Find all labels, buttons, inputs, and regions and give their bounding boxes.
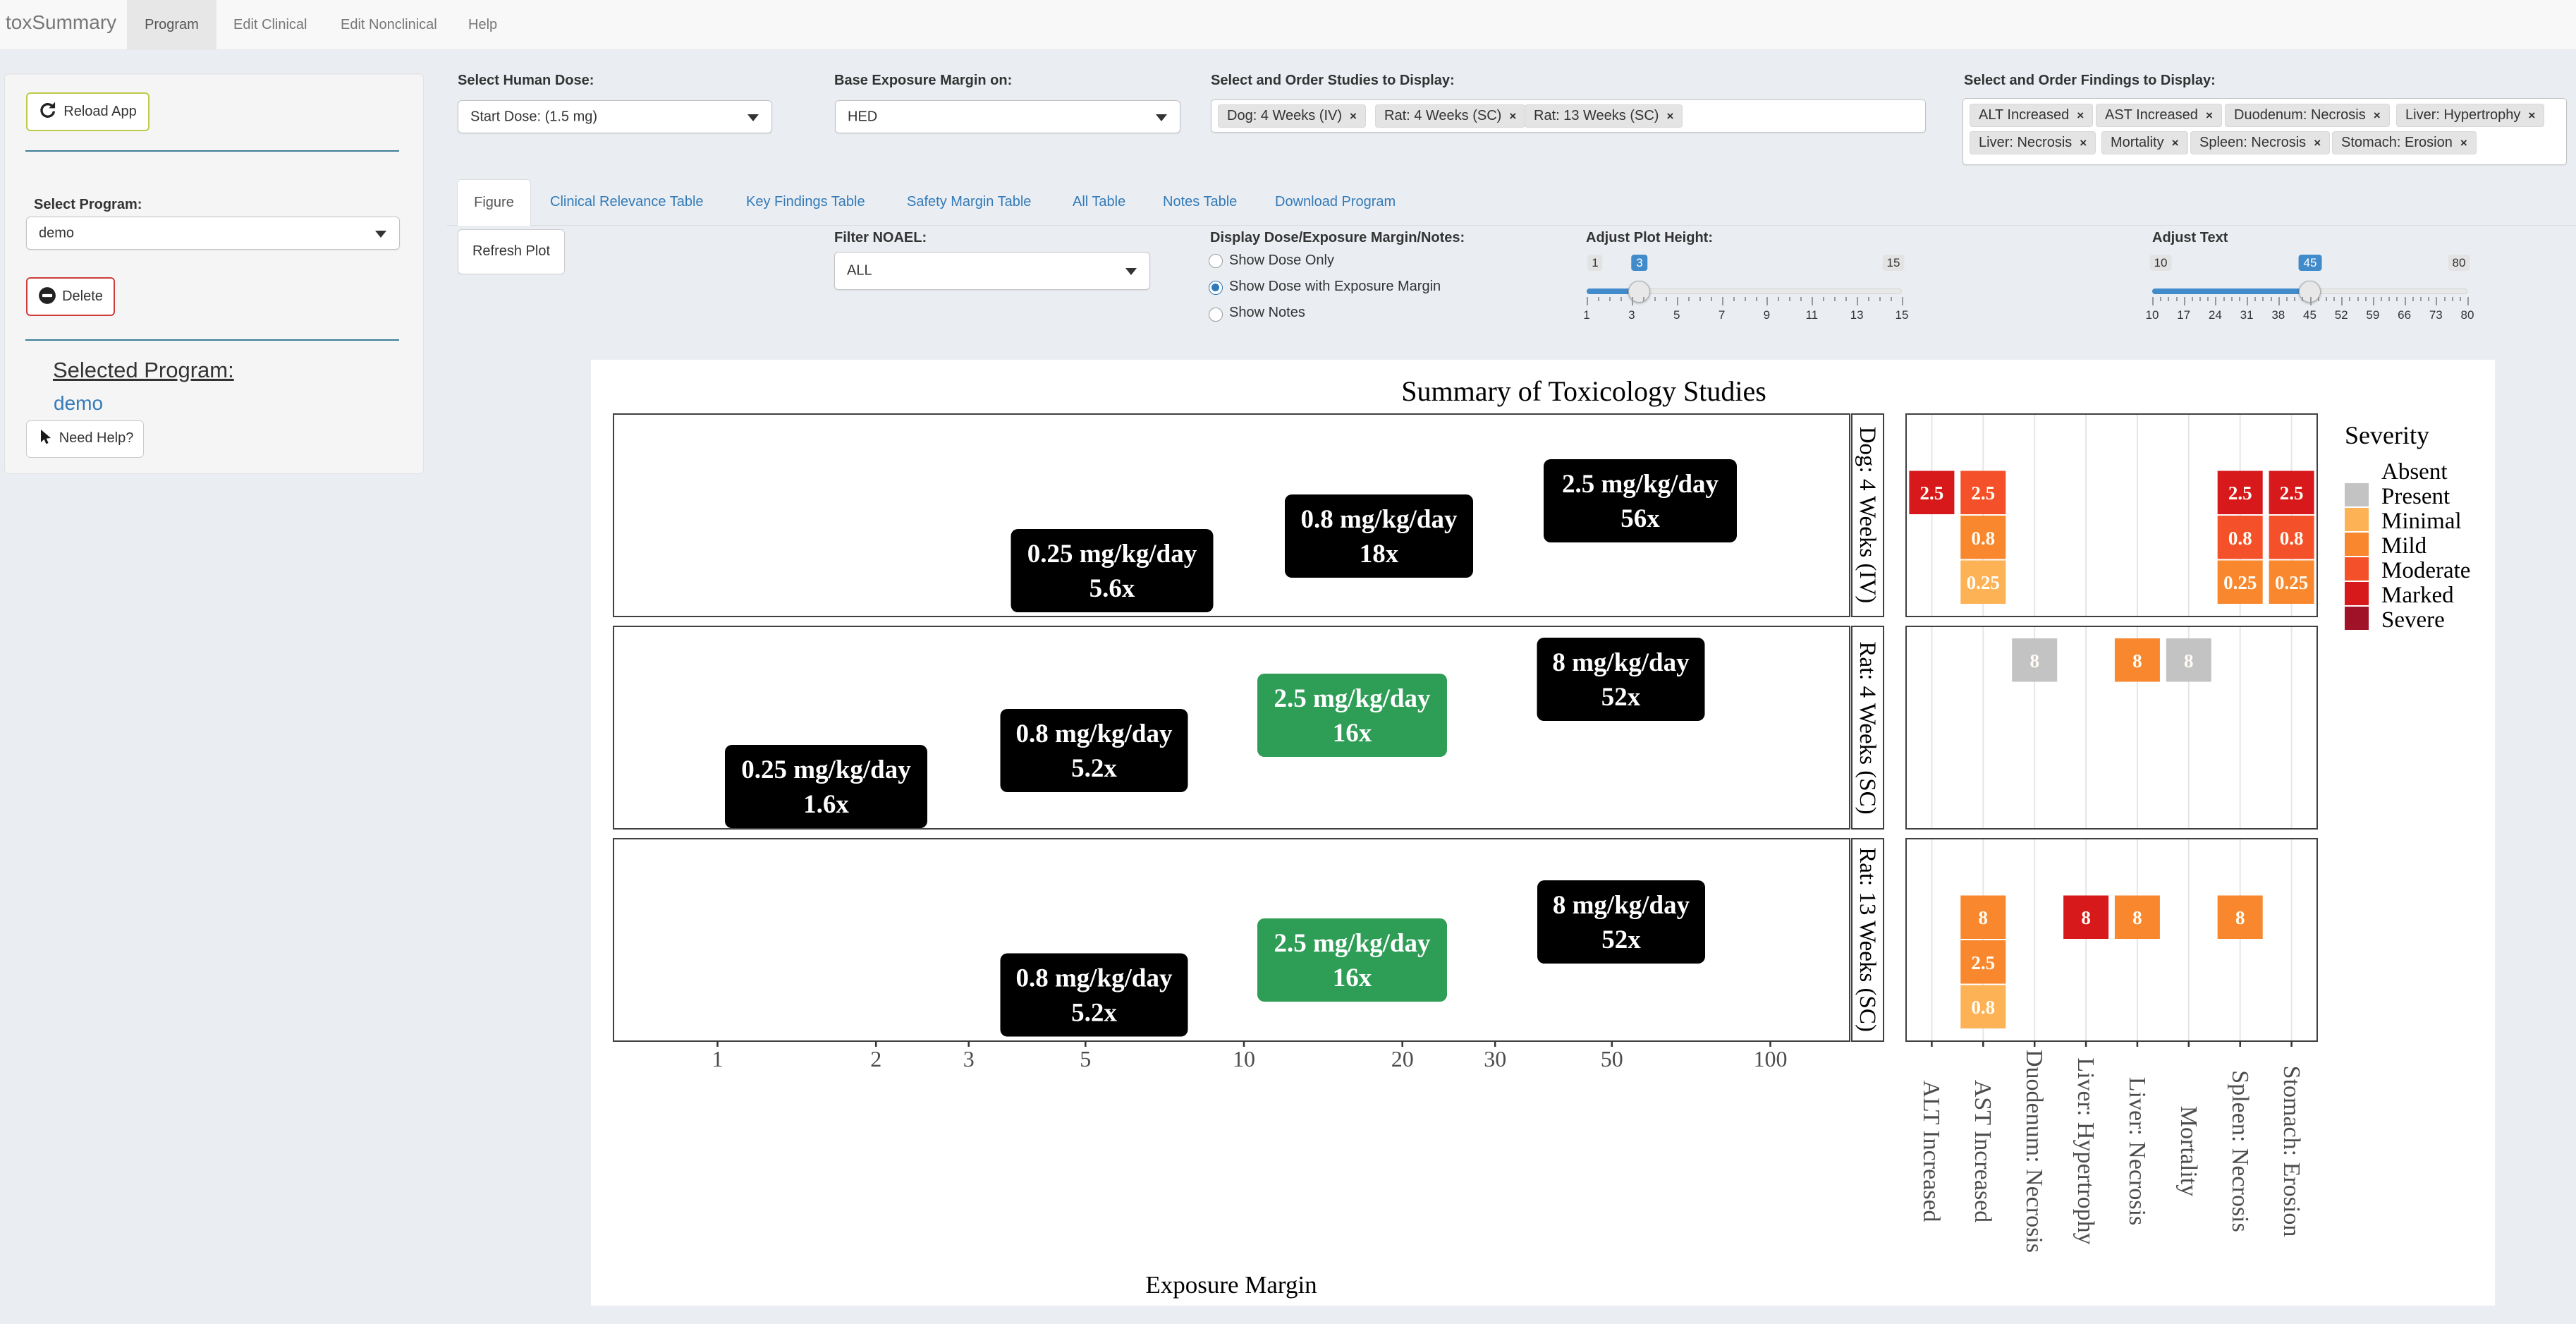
svg-text:8: 8 xyxy=(2029,650,2039,672)
svg-text:Mild: Mild xyxy=(2381,533,2427,559)
svg-text:1.6x: 1.6x xyxy=(803,790,849,819)
svg-text:5.2x: 5.2x xyxy=(1071,999,1117,1028)
svg-text:3: 3 xyxy=(963,1046,975,1071)
svg-text:0.8 mg/kg/day: 0.8 mg/kg/day xyxy=(1015,964,1173,993)
svg-text:2: 2 xyxy=(870,1046,881,1071)
svg-text:8: 8 xyxy=(2132,907,2142,928)
svg-text:0.8: 0.8 xyxy=(2280,528,2304,549)
svg-text:Summary of Toxicology Studies: Summary of Toxicology Studies xyxy=(1401,375,1766,407)
svg-text:18x: 18x xyxy=(1360,540,1399,569)
svg-text:8: 8 xyxy=(2184,650,2194,672)
svg-text:56x: 56x xyxy=(1620,504,1660,533)
svg-text:8: 8 xyxy=(2081,907,2091,928)
svg-text:2.5: 2.5 xyxy=(1920,482,1944,504)
svg-text:0.8 mg/kg/day: 0.8 mg/kg/day xyxy=(1015,719,1173,748)
svg-text:16x: 16x xyxy=(1333,964,1372,992)
svg-text:2.5 mg/kg/day: 2.5 mg/kg/day xyxy=(1274,684,1431,713)
svg-text:Exposure Margin: Exposure Margin xyxy=(1145,1271,1317,1299)
svg-text:100: 100 xyxy=(1754,1046,1788,1071)
svg-text:0.25 mg/kg/day: 0.25 mg/kg/day xyxy=(741,755,911,784)
svg-text:1: 1 xyxy=(712,1046,724,1071)
svg-text:0.8: 0.8 xyxy=(1971,528,1995,549)
svg-text:0.8 mg/kg/day: 0.8 mg/kg/day xyxy=(1300,505,1458,534)
svg-text:52x: 52x xyxy=(1601,683,1641,712)
svg-text:Liver: Hypertrophy: Liver: Hypertrophy xyxy=(2073,1057,2099,1244)
svg-text:8 mg/kg/day: 8 mg/kg/day xyxy=(1552,648,1690,677)
svg-text:8: 8 xyxy=(1979,907,1989,928)
svg-text:Rat: 13 Weeks (SC): Rat: 13 Weeks (SC) xyxy=(1855,847,1880,1032)
svg-text:2.5: 2.5 xyxy=(1971,482,1995,504)
svg-text:0.8: 0.8 xyxy=(1971,997,1995,1018)
svg-text:Rat: 4 Weeks (SC): Rat: 4 Weeks (SC) xyxy=(1855,641,1880,814)
svg-text:0.25: 0.25 xyxy=(1967,572,2000,593)
svg-text:8: 8 xyxy=(2132,650,2142,672)
svg-text:8 mg/kg/day: 8 mg/kg/day xyxy=(1553,891,1690,920)
svg-text:5: 5 xyxy=(1080,1046,1091,1071)
svg-text:Mortality: Mortality xyxy=(2175,1106,2202,1196)
svg-text:16x: 16x xyxy=(1333,719,1372,748)
svg-text:50: 50 xyxy=(1601,1046,1623,1071)
svg-text:Present: Present xyxy=(2381,484,2450,509)
svg-text:52x: 52x xyxy=(1601,925,1641,954)
svg-text:ALT Increased: ALT Increased xyxy=(1918,1080,1944,1222)
svg-text:Dog: 4 Weeks (IV): Dog: 4 Weeks (IV) xyxy=(1855,427,1880,604)
svg-text:2.5 mg/kg/day: 2.5 mg/kg/day xyxy=(1274,929,1431,958)
svg-text:Moderate: Moderate xyxy=(2381,558,2470,583)
svg-text:Severe: Severe xyxy=(2381,607,2445,633)
svg-text:10: 10 xyxy=(1233,1046,1255,1071)
svg-text:0.25: 0.25 xyxy=(2223,572,2257,593)
svg-text:0.25: 0.25 xyxy=(2275,572,2308,593)
svg-text:Stomach: Erosion: Stomach: Erosion xyxy=(2278,1066,2305,1237)
svg-text:2.5: 2.5 xyxy=(2280,482,2304,504)
svg-text:5.6x: 5.6x xyxy=(1089,574,1135,603)
svg-text:Duodenum: Necrosis: Duodenum: Necrosis xyxy=(2021,1050,2047,1253)
svg-text:2.5 mg/kg/day: 2.5 mg/kg/day xyxy=(1562,470,1719,499)
svg-text:Severity: Severity xyxy=(2345,421,2429,449)
svg-text:Absent: Absent xyxy=(2381,459,2448,485)
svg-text:30: 30 xyxy=(1484,1046,1506,1071)
svg-text:Liver: Necrosis: Liver: Necrosis xyxy=(2124,1077,2150,1226)
svg-text:0.25 mg/kg/day: 0.25 mg/kg/day xyxy=(1027,540,1197,569)
svg-text:20: 20 xyxy=(1391,1046,1414,1071)
svg-text:5.2x: 5.2x xyxy=(1071,754,1117,783)
svg-text:Minimal: Minimal xyxy=(2381,509,2462,534)
svg-text:Spleen: Necrosis: Spleen: Necrosis xyxy=(2227,1070,2253,1232)
svg-text:2.5: 2.5 xyxy=(1971,952,1995,973)
svg-text:8: 8 xyxy=(2235,907,2245,928)
svg-text:AST Increased: AST Increased xyxy=(1970,1080,1996,1222)
svg-text:Marked: Marked xyxy=(2381,583,2454,608)
svg-text:0.8: 0.8 xyxy=(2228,528,2252,549)
svg-text:2.5: 2.5 xyxy=(2228,482,2252,504)
